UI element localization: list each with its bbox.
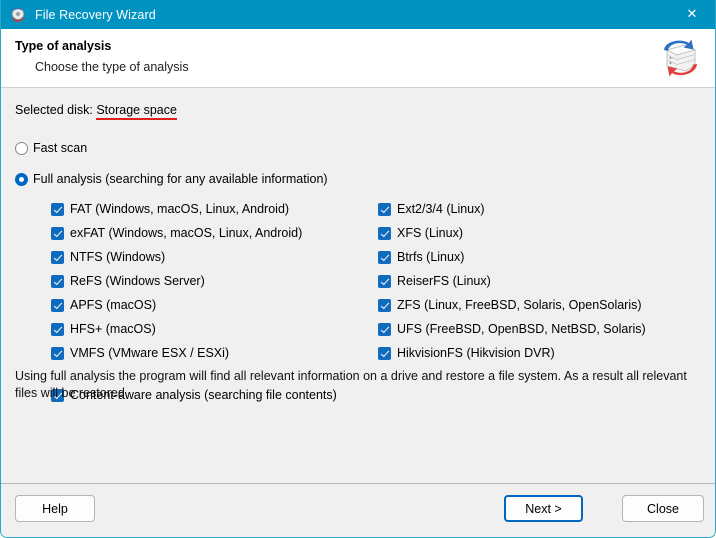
checkbox-apfs-label: APFS (macOS) [70,298,157,312]
checkbox-hikvisionfs-label: HikvisionFS (Hikvision DVR) [397,346,555,360]
filesystem-column-left: FAT (Windows, macOS, Linux, Android) exF… [51,197,302,365]
app-icon [10,7,26,23]
checkbox-hfsplus-label: HFS+ (macOS) [70,322,156,336]
checkbox-refs-label: ReFS (Windows Server) [70,274,205,288]
checkbox-vmfs[interactable]: VMFS (VMware ESX / ESXi) [51,341,302,365]
window-title: File Recovery Wizard [35,7,156,22]
selected-disk-row: Selected disk: Storage space [15,88,701,120]
checkbox-xfs[interactable]: XFS (Linux) [378,221,646,245]
checkbox-exfat-box[interactable] [51,226,64,240]
radio-full-analysis[interactable]: Full analysis (searching for any availab… [15,172,701,186]
checkbox-exfat[interactable]: exFAT (Windows, macOS, Linux, Android) [51,221,302,245]
checkbox-hikvisionfs-box[interactable] [378,346,391,360]
checkbox-btrfs[interactable]: Btrfs (Linux) [378,245,646,269]
radio-full-analysis-label: Full analysis (searching for any availab… [33,172,328,186]
selected-disk-link[interactable]: Storage space [96,103,177,120]
checkbox-ntfs[interactable]: NTFS (Windows) [51,245,302,269]
disk-recovery-logo-icon [653,36,701,82]
checkbox-ntfs-box[interactable] [51,250,64,264]
radio-fast-scan-label: Fast scan [33,141,88,155]
radio-full-analysis-indicator[interactable] [15,172,28,186]
checkbox-apfs-box[interactable] [51,298,64,312]
checkbox-ext234[interactable]: Ext2/3/4 (Linux) [378,197,646,221]
checkbox-fat-box[interactable] [51,202,64,216]
checkbox-fat[interactable]: FAT (Windows, macOS, Linux, Android) [51,197,302,221]
dialog-footer: Help Next > Close [1,483,715,537]
filesystem-column-right: Ext2/3/4 (Linux) XFS (Linux) Btrfs (Linu… [378,197,646,365]
checkbox-zfs-label: ZFS (Linux, FreeBSD, Solaris, OpenSolari… [397,298,642,312]
checkbox-ufs-box[interactable] [378,322,391,336]
radio-fast-scan[interactable]: Fast scan [15,141,701,155]
checkbox-hfsplus-box[interactable] [51,322,64,336]
file-recovery-wizard-window: File Recovery Wizard ✕ Type of analysis … [0,0,716,538]
checkbox-xfs-label: XFS (Linux) [397,226,463,240]
checkbox-xfs-box[interactable] [378,226,391,240]
title-bar: File Recovery Wizard ✕ [1,0,715,29]
selected-disk-label: Selected disk: [15,103,93,117]
wizard-body: Selected disk: Storage space Fast scan F… [1,88,715,483]
checkbox-vmfs-box[interactable] [51,346,64,360]
page-title: Type of analysis [15,39,112,53]
checkbox-ufs[interactable]: UFS (FreeBSD, OpenBSD, NetBSD, Solaris) [378,317,646,341]
checkbox-hikvisionfs[interactable]: HikvisionFS (Hikvision DVR) [378,341,646,365]
checkbox-ext234-box[interactable] [378,202,391,216]
checkbox-hfsplus[interactable]: HFS+ (macOS) [51,317,302,341]
close-icon[interactable]: ✕ [669,0,715,29]
wizard-header: Type of analysis Choose the type of anal… [1,29,715,88]
checkbox-fat-label: FAT (Windows, macOS, Linux, Android) [70,202,290,216]
checkbox-exfat-label: exFAT (Windows, macOS, Linux, Android) [70,226,303,240]
checkbox-ntfs-label: NTFS (Windows) [70,250,166,264]
checkbox-refs-box[interactable] [51,274,64,288]
checkbox-ufs-label: UFS (FreeBSD, OpenBSD, NetBSD, Solaris) [397,322,646,336]
radio-fast-scan-indicator[interactable] [15,141,28,155]
checkbox-btrfs-box[interactable] [378,250,391,264]
checkbox-ext234-label: Ext2/3/4 (Linux) [397,202,485,216]
checkbox-zfs-box[interactable] [378,298,391,312]
analysis-description: Using full analysis the program will fin… [15,369,687,400]
checkbox-apfs[interactable]: APFS (macOS) [51,293,302,317]
checkbox-vmfs-label: VMFS (VMware ESX / ESXi) [70,346,230,360]
filesystem-options-grid: FAT (Windows, macOS, Linux, Android) exF… [15,197,701,367]
help-button[interactable]: Help [15,495,95,522]
checkbox-zfs[interactable]: ZFS (Linux, FreeBSD, Solaris, OpenSolari… [378,293,646,317]
close-button[interactable]: Close [622,495,704,522]
checkbox-reiserfs-box[interactable] [378,274,391,288]
checkbox-btrfs-label: Btrfs (Linux) [397,250,465,264]
checkbox-reiserfs[interactable]: ReiserFS (Linux) [378,269,646,293]
next-button[interactable]: Next > [504,495,583,522]
checkbox-refs[interactable]: ReFS (Windows Server) [51,269,302,293]
page-subtitle: Choose the type of analysis [35,60,189,74]
checkbox-reiserfs-label: ReiserFS (Linux) [397,274,491,288]
